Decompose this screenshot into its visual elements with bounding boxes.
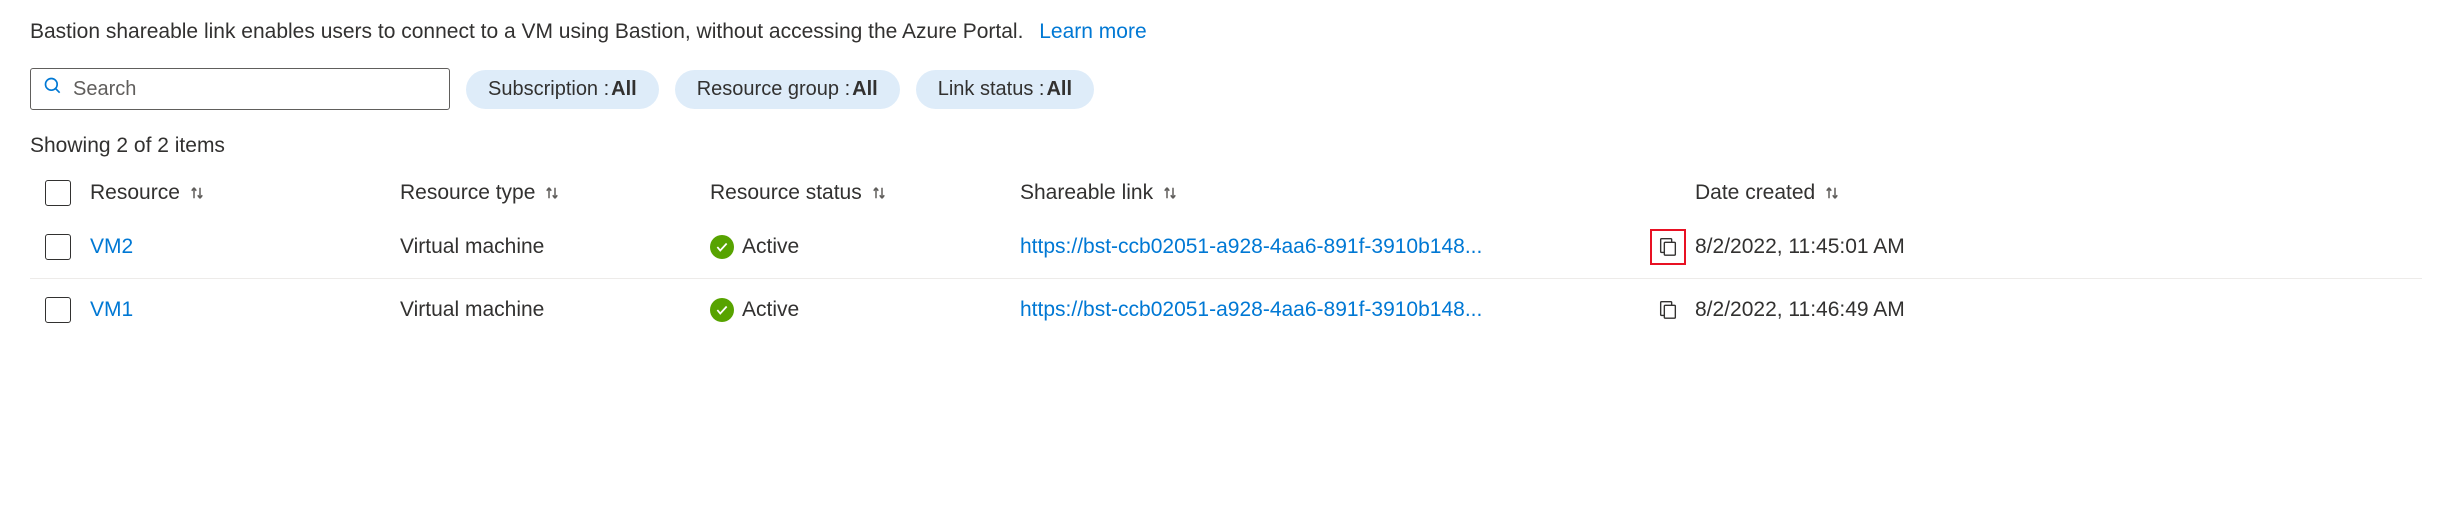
filter-label: Link status : [938, 78, 1045, 101]
filter-value: All [852, 78, 878, 101]
header-label: Date created [1695, 181, 1815, 205]
filter-resource-group[interactable]: Resource group : All [675, 70, 900, 109]
column-header-date-created[interactable]: Date created [1695, 181, 1975, 205]
column-header-resource[interactable]: Resource [90, 181, 400, 205]
copy-link-button[interactable] [1650, 229, 1686, 265]
sort-icon [543, 184, 561, 202]
status-text: Active [742, 298, 799, 322]
header-label: Shareable link [1020, 181, 1153, 205]
search-box[interactable] [30, 68, 450, 110]
table-row: VM1 Virtual machine Active https://bst-c… [30, 279, 2422, 341]
shareable-link[interactable]: https://bst-ccb02051-a928-4aa6-891f-3910… [1020, 235, 1482, 259]
row-checkbox[interactable] [45, 297, 71, 323]
description-text: Bastion shareable link enables users to … [30, 20, 2422, 44]
status-text: Active [742, 235, 799, 259]
copy-icon [1657, 235, 1679, 260]
header-label: Resource status [710, 181, 862, 205]
search-icon [43, 76, 73, 102]
filter-value: All [1046, 78, 1072, 101]
resource-link[interactable]: VM2 [90, 235, 133, 259]
filter-label: Resource group : [697, 78, 850, 101]
filter-bar: Subscription : All Resource group : All … [30, 68, 2422, 110]
row-checkbox[interactable] [45, 234, 71, 260]
sort-icon [1161, 184, 1179, 202]
sort-icon [188, 184, 206, 202]
filter-link-status[interactable]: Link status : All [916, 70, 1094, 109]
filter-subscription[interactable]: Subscription : All [466, 70, 659, 109]
search-input[interactable] [73, 78, 437, 101]
resource-type-text: Virtual machine [400, 298, 544, 322]
table: Resource Resource type Resource status S… [30, 170, 2422, 341]
table-row: VM2 Virtual machine Active https://bst-c… [30, 216, 2422, 279]
date-created-text: 8/2/2022, 11:45:01 AM [1695, 235, 1905, 259]
resource-link[interactable]: VM1 [90, 298, 133, 322]
resource-type-text: Virtual machine [400, 235, 544, 259]
sort-icon [1823, 184, 1841, 202]
sort-icon [870, 184, 888, 202]
column-header-resource-type[interactable]: Resource type [400, 181, 710, 205]
filter-label: Subscription : [488, 78, 609, 101]
select-all-checkbox[interactable] [45, 180, 71, 206]
count-text: Showing 2 of 2 items [30, 134, 2422, 158]
status-check-icon [710, 235, 734, 259]
column-header-shareable-link[interactable]: Shareable link [1020, 181, 1640, 205]
description-label: Bastion shareable link enables users to … [30, 20, 1023, 43]
column-header-resource-status[interactable]: Resource status [710, 181, 1020, 205]
status-check-icon [710, 298, 734, 322]
copy-link-button[interactable] [1650, 292, 1686, 328]
header-label: Resource type [400, 181, 535, 205]
filter-value: All [611, 78, 637, 101]
learn-more-link[interactable]: Learn more [1039, 20, 1146, 43]
copy-icon [1657, 298, 1679, 323]
date-created-text: 8/2/2022, 11:46:49 AM [1695, 298, 1905, 322]
table-header: Resource Resource type Resource status S… [30, 170, 2422, 216]
header-label: Resource [90, 181, 180, 205]
shareable-link[interactable]: https://bst-ccb02051-a928-4aa6-891f-3910… [1020, 298, 1482, 322]
